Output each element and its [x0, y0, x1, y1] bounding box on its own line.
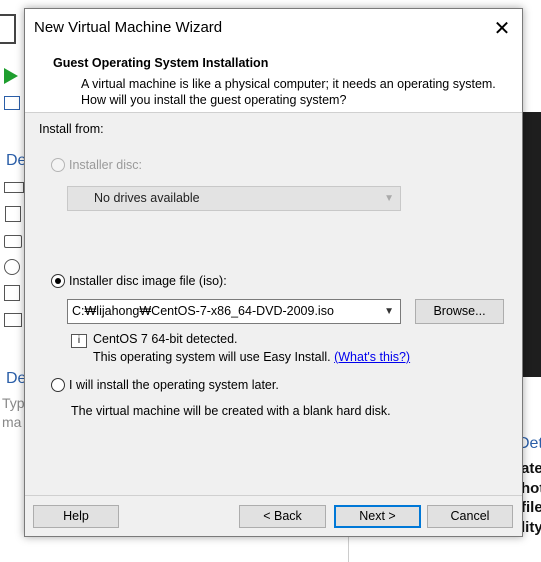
iso-image-label[interactable]: Installer disc image file (iso): — [69, 274, 227, 288]
processor-icon — [5, 206, 21, 222]
close-icon: ✕ — [493, 18, 511, 40]
info-icon: i — [71, 334, 87, 348]
back-button[interactable]: < Back — [239, 505, 326, 528]
bg-right-text-3: hot — [521, 480, 541, 497]
installer-disc-radio[interactable] — [51, 158, 65, 172]
install-later-label[interactable]: I will install the operating system late… — [69, 378, 279, 392]
help-button[interactable]: Help — [33, 505, 119, 528]
close-button[interactable]: ✕ — [487, 15, 517, 43]
install-later-radio[interactable] — [51, 378, 65, 392]
cd-icon — [4, 259, 20, 275]
bg-right-text-4: file — [521, 499, 541, 516]
title-bar: New Virtual Machine Wizard ✕ — [25, 9, 522, 49]
installer-disc-label[interactable]: Installer disc: — [69, 158, 142, 172]
chevron-down-icon: ▼ — [384, 193, 394, 204]
wizard-header: Guest Operating System Installation A vi… — [25, 49, 522, 113]
play-icon[interactable] — [4, 68, 18, 84]
easy-install-text: This operating system will use Easy Inst… — [93, 350, 410, 364]
disc-drive-dropdown[interactable]: No drives available ▼ — [67, 186, 401, 211]
wizard-dialog: New Virtual Machine Wizard ✕ Guest Opera… — [24, 8, 523, 537]
network-icon — [4, 285, 20, 301]
easy-install-note: This operating system will use Easy Inst… — [93, 350, 331, 364]
whats-this-link[interactable]: (What's this?) — [334, 350, 410, 364]
iso-image-radio[interactable] — [51, 274, 65, 288]
edit-icon[interactable] — [4, 96, 20, 110]
page-description: A virtual machine is like a physical com… — [81, 77, 496, 107]
footer-divider — [25, 495, 522, 496]
bg-left-text-4: ma — [2, 414, 22, 430]
vm-icon — [0, 14, 16, 44]
os-detected-text: CentOS 7 64-bit detected. — [93, 332, 238, 346]
bg-right-text-5: lity — [521, 519, 541, 536]
iso-path-input[interactable]: C:₩lijahong₩CentOS-7-x86_64-DVD-2009.iso… — [67, 299, 401, 324]
cancel-button[interactable]: Cancel — [427, 505, 513, 528]
page-title: Guest Operating System Installation — [53, 56, 269, 70]
window-title: New Virtual Machine Wizard — [34, 19, 223, 36]
bg-right-text-2: ate — [521, 460, 541, 477]
display-icon — [4, 313, 22, 327]
install-from-label: Install from: — [39, 122, 104, 136]
blank-disk-note: The virtual machine will be created with… — [71, 404, 391, 418]
chevron-down-icon: ▼ — [384, 306, 394, 317]
memory-icon — [4, 182, 24, 193]
iso-path-value: C:₩lijahong₩CentOS-7-x86_64-DVD-2009.iso — [72, 304, 334, 318]
bg-preview-pane — [521, 112, 541, 377]
bg-left-text-3: Typ — [2, 395, 25, 411]
disc-drive-value: No drives available — [94, 191, 200, 205]
hard-disk-icon — [4, 235, 22, 248]
bg-divider — [348, 535, 349, 562]
next-button[interactable]: Next > — [334, 505, 421, 528]
browse-button[interactable]: Browse... — [415, 299, 504, 324]
